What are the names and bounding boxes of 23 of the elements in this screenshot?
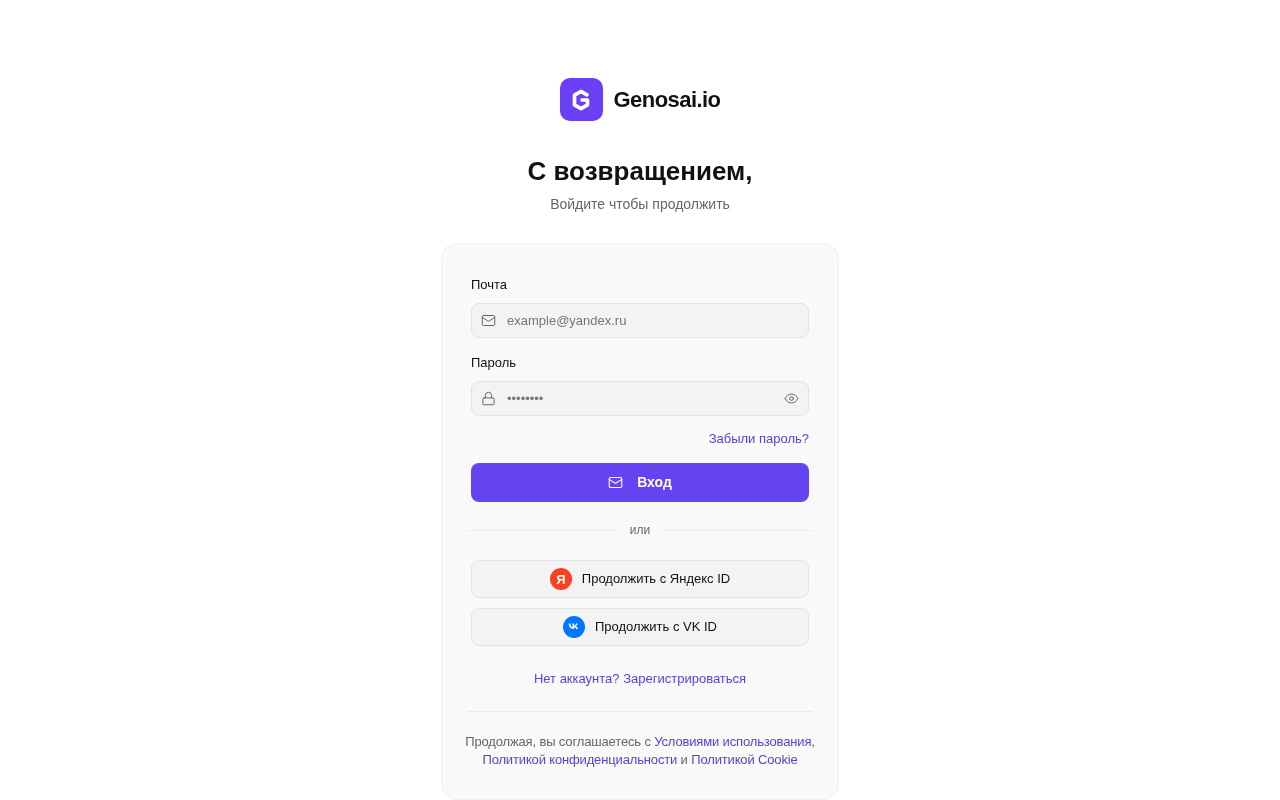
- vk-logo-icon: [563, 616, 585, 638]
- field-label: Почта: [471, 276, 509, 294]
- mail-icon: [608, 475, 624, 490]
- terms-link[interactable]: Политикой Cookie: [691, 752, 798, 767]
- terms-text: Продолжая, вы соглашаетесь с Условиями использования, Политикой конфиденциальности и Политикой Cookie: [464, 733, 816, 769]
- forgot-password-link[interactable]: Забыли пароль?: [708, 430, 809, 448]
- social-login-button[interactable]: Я Продолжить с Яндекс ID: [471, 560, 809, 598]
- lock-icon: [481, 391, 496, 406]
- page-heading: С возвращением,: [527, 155, 753, 187]
- logo-badge: Я: [549, 568, 572, 590]
- email-field[interactable]: example@yandex.ru: [471, 303, 809, 338]
- login-button[interactable]: Вход: [471, 463, 809, 502]
- logo-icon: [559, 78, 603, 121]
- signup-link[interactable]: Нет аккаунта? Зарегистрироваться: [533, 670, 747, 688]
- eye-icon[interactable]: [784, 391, 799, 406]
- mail-icon: [481, 313, 496, 328]
- password-field[interactable]: ••••••••: [471, 381, 809, 416]
- terms-link[interactable]: Политикой конфиденциальности: [482, 752, 678, 767]
- field-label: Пароль: [471, 354, 518, 372]
- page-subheading: Войдите чтобы продолжить: [550, 195, 730, 214]
- brand-name: Genosai.io: [613, 86, 721, 114]
- social-login-button[interactable]: Продолжить с VK ID: [471, 608, 809, 646]
- divider-label: или: [629, 522, 651, 539]
